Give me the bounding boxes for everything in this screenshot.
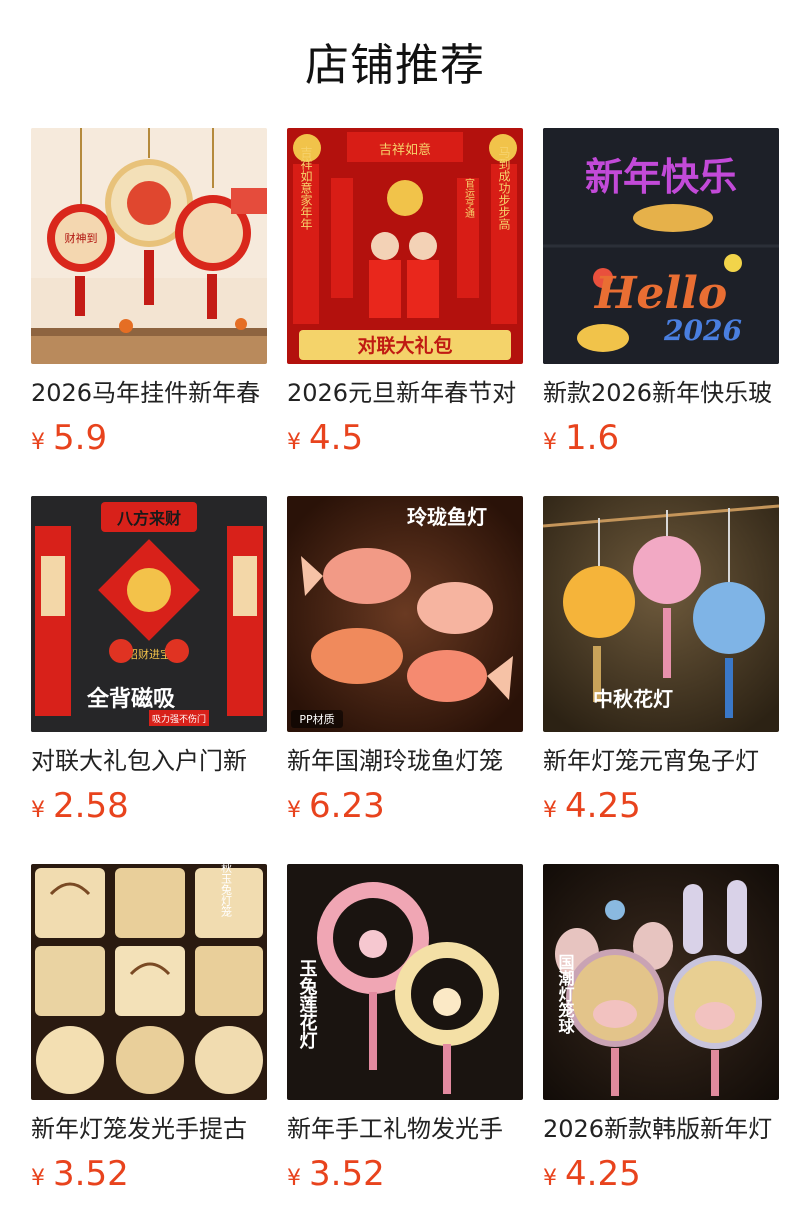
image-side-text: 玉兔莲花灯 [297,959,319,1050]
product-title[interactable]: 2026元旦新年春节对 [287,376,525,410]
price-amount: 4.5 [309,418,364,458]
price-amount: 3.52 [309,1154,385,1194]
product-image[interactable]: 财神到 [31,128,267,364]
product-image[interactable]: 中秋花灯 [543,496,779,732]
product-price: ¥1.6 [543,416,619,460]
image-caption: 中秋花灯 [593,687,673,711]
product-card[interactable]: 玉兔莲花灯 新年手工礼物发光手 ¥3.52 [287,864,523,1200]
page-title: 店铺推荐 [305,40,485,91]
image-side-text: 中秋玉兔灯笼 [220,864,233,918]
bunny-ear-lanterns-image: 国潮灯笼球 [543,864,779,1100]
lantern-wall-hanging-image: 财神到 [31,128,267,364]
product-price: ¥3.52 [287,1152,385,1196]
image-head-text: 吉祥如意 [379,142,431,158]
product-title[interactable]: 新年手工礼物发光手 [287,1112,525,1146]
product-price: ¥6.23 [287,784,385,828]
image-year-text: 2026 [663,314,742,347]
image-hello-text: Hello [593,268,727,319]
image-sub-text: 官运亨通 [463,177,475,218]
product-card[interactable]: 中秋玉兔灯笼 新年灯笼发光手提古 ¥3.52 [31,864,267,1200]
image-badge-text: PP材质 [299,712,334,726]
product-title[interactable]: 新年灯笼发光手提古 [31,1112,269,1146]
product-title[interactable]: 2026新款韩版新年灯 [543,1112,781,1146]
price-amount: 6.23 [309,786,385,826]
product-title[interactable]: 对联大礼包入户门新 [31,744,269,778]
image-caption: 财神到 [65,231,98,245]
product-price: ¥3.52 [31,1152,129,1196]
currency-symbol: ¥ [543,1166,557,1191]
product-card[interactable]: 对联大礼包 吉祥如意家年年 马到成功步步高 吉祥如意 官运亨通 2026元旦新年… [287,128,523,464]
paper-lantern-grid-image: 中秋玉兔灯笼 [31,864,267,1100]
flower-ball-lanterns-image: 中秋花灯 [543,496,779,732]
currency-symbol: ¥ [31,798,45,823]
product-image[interactable]: 对联大礼包 吉祥如意家年年 马到成功步步高 吉祥如意 官运亨通 [287,128,523,364]
window-sticker-image: 新年快乐 Hello 2026 [543,128,779,364]
price-amount: 4.25 [565,786,641,826]
product-price: ¥4.25 [543,1152,641,1196]
image-sub-text: 吸力强不伤门 [152,713,206,725]
image-top-text: 八方来财 [116,509,181,528]
product-image[interactable]: 玉兔莲花灯 [287,864,523,1100]
product-price: ¥4.25 [543,784,641,828]
image-couplet-right: 马到成功步步高 [497,146,511,231]
magnetic-couplet-image: 八方来财 招财进宝 全背磁吸 吸力强不伤门 [31,496,267,732]
currency-symbol: ¥ [31,1166,45,1191]
product-image[interactable]: 中秋玉兔灯笼 [31,864,267,1100]
fish-lanterns-image: 玲珑鱼灯 PP材质 [287,496,523,732]
image-top-text: 玲珑鱼灯 [407,505,487,529]
currency-symbol: ¥ [543,430,557,455]
product-title[interactable]: 新年灯笼元宵兔子灯 [543,744,781,778]
product-price: ¥5.9 [31,416,107,460]
product-card[interactable]: 国潮灯笼球 2026新款韩版新年灯 ¥4.25 [543,864,779,1200]
price-amount: 3.52 [53,1154,129,1194]
product-image[interactable]: 玲珑鱼灯 PP材质 [287,496,523,732]
image-bottom-text: 全背磁吸 [86,686,176,712]
product-title[interactable]: 2026马年挂件新年春 [31,376,269,410]
currency-symbol: ¥ [31,430,45,455]
product-image[interactable]: 新年快乐 Hello 2026 [543,128,779,364]
product-title[interactable]: 新款2026新年快乐玻 [543,376,781,410]
image-center-text: 招财进宝 [127,647,171,661]
product-card[interactable]: 中秋花灯 新年灯笼元宵兔子灯 ¥4.25 [543,496,779,832]
couplet-gift-set-image: 对联大礼包 吉祥如意家年年 马到成功步步高 吉祥如意 官运亨通 [287,128,523,364]
price-amount: 2.58 [53,786,129,826]
product-price: ¥2.58 [31,784,129,828]
product-card[interactable]: 八方来财 招财进宝 全背磁吸 吸力强不伤门 对联大礼包入户门新 ¥2.58 [31,496,267,832]
price-amount: 5.9 [53,418,108,458]
image-side-text: 国潮灯笼球 [556,954,576,1035]
image-banner-text: 对联大礼包 [357,334,452,357]
product-image[interactable]: 八方来财 招财进宝 全背磁吸 吸力强不伤门 [31,496,267,732]
product-price: ¥4.5 [287,416,363,460]
currency-symbol: ¥ [287,798,301,823]
wreath-lanterns-image: 玉兔莲花灯 [287,864,523,1100]
price-amount: 1.6 [565,418,620,458]
product-card[interactable]: 财神到 2026马年挂件新年春 ¥5.9 [31,128,267,464]
currency-symbol: ¥ [543,798,557,823]
product-card[interactable]: 玲珑鱼灯 PP材质 新年国潮玲珑鱼灯笼 ¥6.23 [287,496,523,832]
product-grid: 财神到 2026马年挂件新年春 ¥5.9 对联大礼包 吉祥如意家年年 马到成功步… [31,128,790,1232]
currency-symbol: ¥ [287,1166,301,1191]
image-couplet-left: 吉祥如意家年年 [299,146,313,230]
price-amount: 4.25 [565,1154,641,1194]
product-card[interactable]: 新年快乐 Hello 2026 新款2026新年快乐玻 ¥1.6 [543,128,779,464]
image-top-text: 新年快乐 [585,155,737,199]
product-image[interactable]: 国潮灯笼球 [543,864,779,1100]
currency-symbol: ¥ [287,430,301,455]
product-title[interactable]: 新年国潮玲珑鱼灯笼 [287,744,525,778]
